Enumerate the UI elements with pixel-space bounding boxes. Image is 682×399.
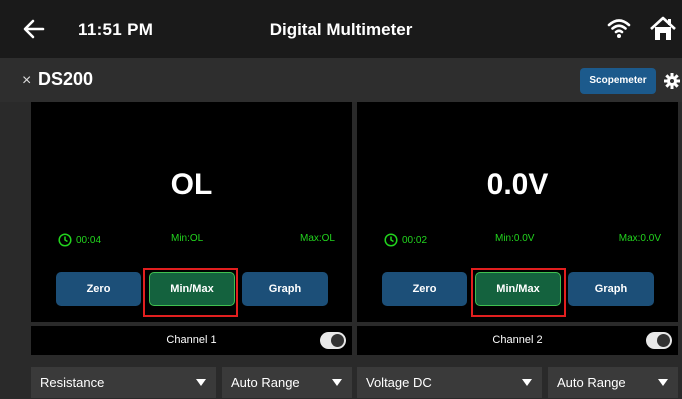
app-title: Digital Multimeter [269,20,413,39]
channel-2-timer: 00:02 [384,233,427,247]
channel-1-reading: OL [170,168,213,201]
channel-2-range-select[interactable]: Auto Range [548,367,678,398]
toggle-knob [331,334,344,347]
chevron-down-icon [196,379,206,386]
select-value: Auto Range [231,375,300,390]
channel-2-graph-button[interactable]: Graph [568,272,654,306]
channel-2-min: Min:0.0V [495,233,535,244]
channel-2-max: Max:0.0V [618,233,661,244]
channel-2-reading: 0.0V [486,168,549,201]
chevron-down-icon [332,379,342,386]
channel-1-timer: 00:04 [58,233,101,247]
home-icon[interactable] [649,16,677,42]
channel-1-max: Max:OL [299,233,335,244]
channel-2-zero-button[interactable]: Zero [382,272,467,306]
gear-icon[interactable] [664,73,680,89]
channel-2-timer-value: 00:02 [402,234,428,246]
chevron-down-icon [658,379,668,386]
channel-1-range-select[interactable]: Auto Range [222,367,352,398]
channel-1-zero-button[interactable]: Zero [56,272,141,306]
scopemeter-button[interactable]: Scopemeter [580,68,656,94]
channel-1-timer-value: 00:04 [76,234,102,246]
device-bar: × DS200 Scopemeter [0,58,682,102]
clock-icon [58,233,72,247]
select-value: Resistance [40,375,105,390]
channel-1-mode-select[interactable]: Resistance [31,367,216,398]
chevron-down-icon [522,379,532,386]
channel-1-label: Channel 1 [166,334,217,346]
select-value: Auto Range [557,375,626,390]
channel-2-bar: Channel 2 [357,326,678,355]
select-value: Voltage DC [366,375,432,390]
channel-1-graph-button[interactable]: Graph [242,272,328,306]
top-bar: 11:51 PM Digital Multimeter [0,0,682,58]
wifi-icon [607,19,631,38]
channel-2-label: Channel 2 [492,334,543,346]
channel-1-minmax-button[interactable]: Min/Max [149,272,235,306]
close-icon[interactable]: × [22,72,31,90]
channel-2-minmax-button[interactable]: Min/Max [475,272,561,306]
channel-1-bar: Channel 1 [31,326,352,355]
channel-1-toggle[interactable] [320,332,346,349]
channel-1-display: OL 00:04 Min:OL Max:OL Zero Min/Max Grap… [31,102,352,322]
channel-2-mode-select[interactable]: Voltage DC [357,367,542,398]
clock-icon [384,233,398,247]
channel-2-display: 0.0V 00:02 Min:0.0V Max:0.0V Zero Min/Ma… [357,102,678,322]
channel-1-min: Min:OL [171,233,204,244]
channel-2-toggle[interactable] [646,332,672,349]
toggle-knob [657,334,670,347]
device-name: DS200 [38,69,94,89]
